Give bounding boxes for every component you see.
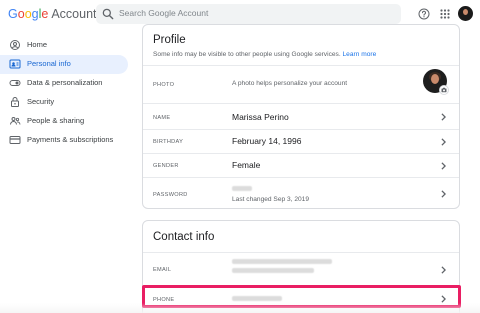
avatar-face: [463, 9, 468, 15]
people-icon: [10, 117, 21, 125]
chevron-right-icon: [441, 266, 447, 274]
sidebar-item-data-personalization[interactable]: Data & personalization: [0, 74, 128, 93]
email-blurred-2: [232, 268, 314, 273]
gender-row[interactable]: GENDER Female: [143, 153, 459, 177]
email-row[interactable]: EMAIL: [143, 252, 459, 286]
avatar-face: [431, 74, 439, 84]
sidebar-item-label: People & sharing: [27, 116, 85, 125]
sidebar-item-home[interactable]: Home: [0, 36, 128, 55]
sidebar-item-label: Payments & subscriptions: [27, 135, 114, 144]
birthday-value: February 14, 1996: [232, 136, 302, 146]
photo-text: A photo helps personalize your account: [232, 80, 348, 87]
chevron-right-icon: [441, 162, 447, 170]
email-blurred-1: [232, 259, 332, 264]
chevron-right-icon: [441, 113, 447, 121]
password-masked: [232, 186, 252, 191]
home-icon: [10, 40, 20, 50]
profile-title: Profile: [153, 34, 186, 46]
gender-label: GENDER: [153, 163, 179, 169]
photo-row[interactable]: PHOTO A photo helps personalize your acc…: [143, 65, 459, 103]
logo-suffix: Account: [51, 7, 97, 21]
sidebar-item-label: Home: [27, 40, 48, 49]
help-icon[interactable]: [418, 8, 430, 20]
toggle-icon: [9, 80, 21, 86]
sidebar-item-label: Security: [27, 97, 55, 106]
name-value: Marissa Perino: [232, 112, 289, 122]
person-card-icon: [9, 59, 21, 69]
google-account-logo[interactable]: Google Account: [8, 7, 97, 21]
search-icon[interactable]: [101, 7, 115, 21]
password-changed: Last changed Sep 3, 2019: [232, 196, 309, 203]
birthday-row[interactable]: BIRTHDAY February 14, 1996: [143, 129, 459, 153]
sidebar-item-security[interactable]: Security: [0, 93, 128, 112]
name-row[interactable]: NAME Marissa Perino: [143, 103, 459, 129]
account-avatar[interactable]: [458, 6, 473, 21]
sidebar-item-label: Data & personalization: [27, 78, 103, 87]
lock-icon: [11, 97, 19, 107]
sidebar-item-label: Personal info: [27, 59, 71, 68]
credit-card-icon: [9, 136, 21, 144]
chevron-right-icon: [441, 138, 447, 146]
gender-value: Female: [232, 160, 261, 170]
learn-more-link[interactable]: Learn more: [343, 51, 377, 58]
profile-subtitle-text: Some info may be visible to other people…: [153, 51, 341, 58]
sidebar-item-people-sharing[interactable]: People & sharing: [0, 112, 128, 131]
google-wordmark: Google: [8, 7, 49, 21]
sidebar-item-personal-info[interactable]: Personal info: [0, 55, 128, 74]
camera-icon[interactable]: [439, 85, 449, 95]
birthday-label: BIRTHDAY: [153, 139, 184, 145]
chevron-right-icon: [441, 190, 447, 198]
sidebar-item-payments[interactable]: Payments & subscriptions: [0, 131, 128, 150]
search-bar[interactable]: Search Google Account: [96, 4, 401, 24]
sidebar-nav: Home Personal info Data & personalizatio…: [0, 36, 128, 150]
photo-label: PHOTO: [153, 82, 175, 88]
name-label: NAME: [153, 115, 171, 121]
password-label: PASSWORD: [153, 192, 188, 198]
search-input[interactable]: Search Google Account: [119, 8, 208, 18]
profile-subtitle: Some info may be visible to other people…: [153, 51, 376, 58]
password-row[interactable]: PASSWORD Last changed Sep 3, 2019: [143, 177, 459, 209]
bottom-fade: [0, 303, 480, 313]
email-label: EMAIL: [153, 267, 172, 273]
contact-title: Contact info: [153, 231, 215, 243]
apps-grid-icon[interactable]: [440, 9, 450, 19]
profile-card: Profile Some info may be visible to othe…: [142, 24, 460, 209]
